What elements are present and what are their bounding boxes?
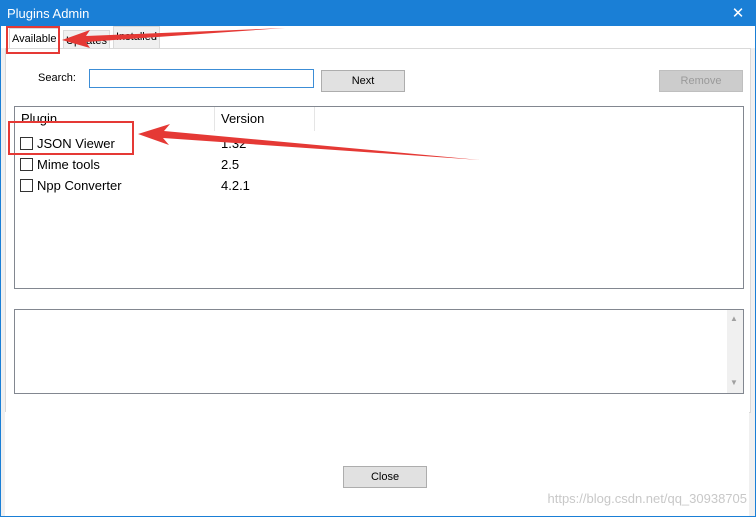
list-item[interactable]: Mime tools 2.5: [15, 155, 315, 175]
watermark-text: https://blog.csdn.net/qq_30938705: [547, 491, 748, 506]
column-header-version[interactable]: Version: [215, 107, 315, 131]
plugin-checkbox[interactable]: [20, 179, 33, 192]
plugin-checkbox[interactable]: [20, 158, 33, 171]
annotation-box-json-viewer: [8, 121, 134, 155]
plugin-version: 1.32: [221, 136, 247, 151]
description-box[interactable]: ▲ ▼: [14, 309, 744, 394]
title-bar[interactable]: Plugins Admin ✕: [1, 1, 755, 26]
annotation-box-available: [6, 26, 60, 54]
list-item[interactable]: Npp Converter 4.2.1: [15, 176, 315, 196]
tab-installed[interactable]: Installed: [113, 26, 160, 49]
close-button[interactable]: Close: [343, 466, 427, 488]
tab-label: Updates: [66, 35, 107, 47]
scroll-up-icon[interactable]: ▲: [730, 314, 738, 323]
tab-strip: Available Updates Installed: [1, 26, 755, 51]
plugin-version: 2.5: [221, 157, 240, 172]
tab-label: Installed: [116, 31, 157, 43]
plugin-version: 4.2.1: [221, 178, 250, 193]
close-window-icon[interactable]: ✕: [721, 1, 755, 26]
next-button[interactable]: Next: [321, 70, 405, 92]
search-input[interactable]: [89, 69, 314, 88]
plugin-name: Npp Converter: [37, 178, 122, 193]
remove-button[interactable]: Remove: [659, 70, 743, 92]
scroll-down-icon[interactable]: ▼: [730, 378, 738, 387]
plugins-admin-window: Plugins Admin ✕ Available Updates Instal…: [0, 0, 756, 517]
scrollbar[interactable]: ▲ ▼: [727, 310, 743, 393]
window-title: Plugins Admin: [7, 6, 90, 21]
plugin-name: Mime tools: [37, 157, 100, 172]
search-label: Search:: [38, 72, 76, 84]
